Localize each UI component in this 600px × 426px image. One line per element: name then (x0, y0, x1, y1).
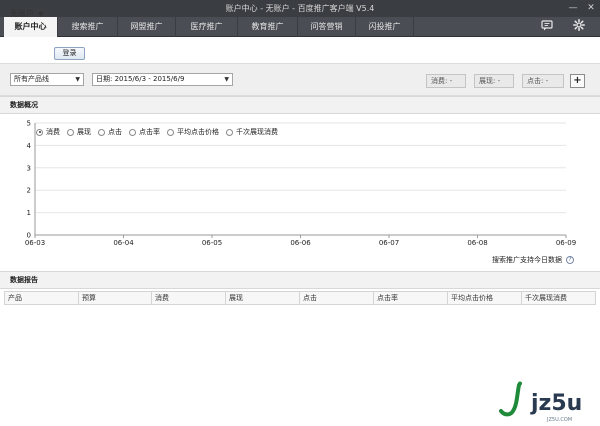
x-tick-label: 06-04 (113, 239, 134, 247)
column-ctr[interactable]: 点击率 (373, 292, 447, 304)
metric-clicks-button[interactable]: 点击: - (522, 74, 564, 88)
legend-label: 千次展现消费 (236, 128, 278, 136)
legend-avg-cpc[interactable]: 平均点击价格 (167, 127, 219, 137)
legend-label: 展现 (77, 128, 91, 136)
chat-icon[interactable] (535, 17, 559, 37)
tab-account-center[interactable]: 账户中心 (4, 17, 58, 37)
x-tick-label: 06-06 (290, 239, 311, 247)
tab-qa-marketing[interactable]: 问答营销 (298, 17, 356, 37)
window-controls: — ✕ (564, 0, 600, 17)
account-bar (0, 38, 600, 64)
legend-cost[interactable]: 消费 (36, 127, 60, 137)
x-tick-label: 06-03 (25, 239, 45, 247)
tab-flash-promotion[interactable]: 闪投推广 (356, 17, 414, 37)
radio-icon (67, 128, 74, 136)
chevron-down-icon: ▼ (224, 76, 229, 83)
tab-search-promotion[interactable]: 搜索推广 (58, 17, 118, 37)
column-avg-cpc[interactable]: 平均点击价格 (447, 292, 521, 304)
metric-impressions-button[interactable]: 展现: - (474, 74, 514, 88)
report-heading: 数据报告 (0, 271, 600, 289)
product-line-value: 所有产品线 (14, 75, 49, 83)
legend-cpm[interactable]: 千次展现消费 (226, 127, 278, 137)
date-range-value: 日期: 2015/6/3 - 2015/6/9 (96, 75, 185, 83)
x-tick-label: 06-08 (467, 239, 487, 247)
minimize-button[interactable]: — (564, 0, 582, 17)
legend-label: 点击 (108, 128, 122, 136)
overview-heading: 数据概况 (0, 96, 600, 114)
login-button[interactable]: 登录 (54, 47, 85, 60)
column-clicks[interactable]: 点击 (299, 292, 373, 304)
y-tick-label: 1 (27, 209, 31, 217)
column-product[interactable]: 产品 (5, 292, 78, 304)
account-select[interactable]: 无账户 ▼ (10, 8, 43, 19)
chevron-down-icon: ▼ (38, 11, 44, 18)
product-line-select[interactable]: 所有产品线 ▼ (10, 73, 84, 86)
watermark-url: JZ5U.COM (546, 417, 572, 423)
legend-label: 消费 (46, 128, 60, 136)
radio-icon (226, 128, 233, 136)
column-budget[interactable]: 预算 (78, 292, 151, 304)
radio-icon (167, 128, 174, 136)
legend-ctr[interactable]: 点击率 (129, 127, 160, 137)
radio-icon (36, 128, 43, 136)
report-table-header: 产品 预算 消费 展现 点击 点击率 平均点击价格 千次展现消费 (4, 291, 596, 305)
add-metric-button[interactable]: + (570, 74, 585, 88)
site-watermark: jz5u JZ5U.COM (495, 381, 595, 423)
column-cpm[interactable]: 千次展现消费 (521, 292, 595, 304)
help-icon[interactable]: ? (566, 256, 574, 264)
gear-icon[interactable] (567, 17, 591, 37)
column-cost[interactable]: 消费 (151, 292, 225, 304)
x-tick-label: 06-05 (202, 239, 222, 247)
column-impressions[interactable]: 展现 (225, 292, 299, 304)
x-tick-label: 06-09 (556, 239, 576, 247)
tab-network-promotion[interactable]: 网盟推广 (118, 17, 176, 37)
tab-medical-promotion[interactable]: 医疗推广 (176, 17, 238, 37)
y-tick-label: 2 (27, 187, 31, 195)
y-tick-label: 5 (27, 120, 31, 128)
account-select-value: 无账户 (10, 9, 34, 18)
chevron-down-icon: ▼ (75, 76, 80, 83)
x-tick-label: 06-07 (379, 239, 399, 247)
close-button[interactable]: ✕ (582, 0, 600, 17)
today-data-note-text: 搜索推广支持今日数据 (492, 256, 562, 264)
legend-label: 平均点击价格 (177, 128, 219, 136)
y-tick-label: 4 (27, 142, 32, 150)
date-range-select[interactable]: 日期: 2015/6/3 - 2015/6/9 ▼ (92, 73, 233, 86)
watermark-logo: jz5u (530, 391, 582, 416)
radio-icon (129, 128, 136, 136)
legend-label: 点击率 (139, 128, 160, 136)
legend-impressions[interactable]: 展现 (67, 127, 91, 137)
title-bar: 账户中心 - 无账户 - 百度推广客户端 V5.4 (0, 0, 600, 17)
metric-cost-button[interactable]: 消费: - (426, 74, 466, 88)
y-tick-label: 3 (27, 164, 31, 172)
tab-education-promotion[interactable]: 教育推广 (238, 17, 298, 37)
radio-icon (98, 128, 105, 136)
window-title: 账户中心 - 无账户 - 百度推广客户端 V5.4 (225, 4, 375, 13)
main-nav: 账户中心 搜索推广 网盟推广 医疗推广 教育推广 问答营销 闪投推广 (0, 17, 600, 37)
today-data-note: 搜索推广支持今日数据 ? (492, 255, 574, 265)
legend-clicks[interactable]: 点击 (98, 127, 122, 137)
chart-legend: 消费 展现 点击 点击率 平均点击价格 千次展现消费 (36, 127, 285, 137)
